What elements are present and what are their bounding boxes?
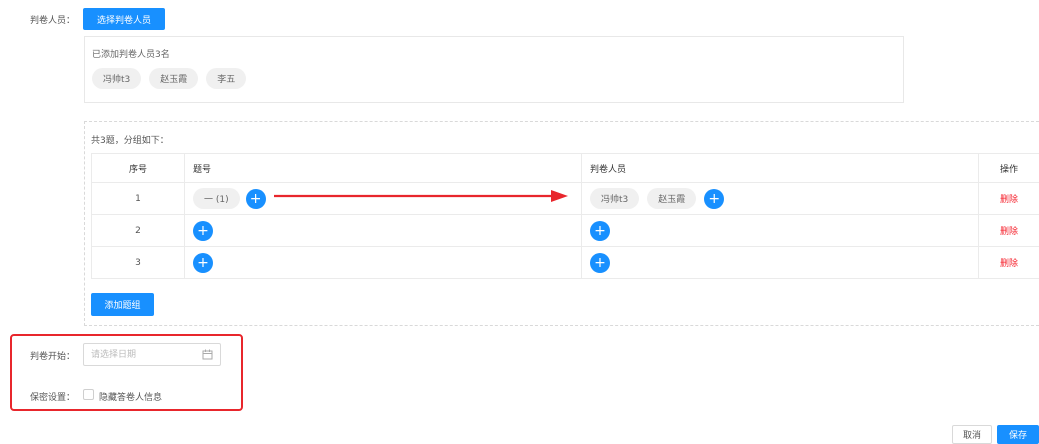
row-questions-cell: + [184,246,582,279]
date-picker-input[interactable] [83,343,221,366]
add-grader-plus-icon[interactable]: + [704,188,725,209]
add-question-plus-icon[interactable]: + [193,220,213,241]
table-row: 2 + + 删除 [91,214,1039,247]
row-graders-cell: + [581,246,979,279]
table-row: 3 + + 删除 [91,246,1039,279]
grader-tag[interactable]: 赵玉霞 [647,188,697,209]
grader-tag[interactable]: 李五 [206,68,247,89]
grader-tag[interactable]: 冯帅t3 [92,68,142,89]
add-question-plus-icon[interactable]: + [193,252,213,273]
row-action-cell: 删除 [978,214,1039,247]
row-index: 2 [91,214,185,247]
column-header-index: 序号 [91,153,185,183]
hide-respondent-checkbox[interactable] [83,389,94,400]
grading-start-label: 判卷开始： [30,352,76,362]
row-index: 3 [91,246,185,279]
row-questions-cell: + [184,214,582,247]
calendar-icon [202,349,213,360]
column-header-graders: 判卷人员 [581,153,979,183]
graders-label: 判卷人员： [30,16,76,26]
table-header-row: 序号 题号 判卷人员 操作 [91,153,1039,183]
column-header-question: 题号 [184,153,582,183]
row-action-cell: 删除 [978,182,1039,215]
select-graders-button[interactable]: 选择判卷人员 [83,8,165,30]
groups-summary: 共3题，分组如下： [91,136,169,146]
save-button[interactable]: 保存 [997,425,1039,444]
add-group-button[interactable]: 添加题组 [91,293,154,316]
column-header-action: 操作 [978,153,1039,183]
add-grader-plus-icon[interactable]: + [590,252,610,273]
grader-tag[interactable]: 赵玉霞 [149,68,199,89]
delete-link[interactable]: 删除 [1000,259,1018,269]
question-tag[interactable]: 一 (1) [193,188,240,209]
confidential-label: 保密设置： [30,393,76,403]
delete-link[interactable]: 删除 [1000,227,1018,237]
row-graders-cell: + [581,214,979,247]
added-graders-panel: 已添加判卷人员3名 冯帅t3 赵玉霞 李五 [84,36,904,103]
cancel-button[interactable]: 取消 [952,425,992,444]
row-index: 1 [91,182,185,215]
added-graders-count: 已添加判卷人员3名 [92,50,170,60]
arrow-annotation [274,190,568,202]
add-grader-plus-icon[interactable]: + [590,220,610,241]
hide-respondent-label: 隐藏答卷人信息 [99,393,163,403]
delete-link[interactable]: 删除 [1000,195,1018,205]
grader-tag-list: 冯帅t3 赵玉霞 李五 [92,68,254,89]
add-question-plus-icon[interactable]: + [245,188,266,209]
row-action-cell: 删除 [978,246,1039,279]
question-groups-table: 序号 题号 判卷人员 操作 1 一 (1) + 冯帅t3 赵玉霞 + 删除 2 … [91,153,1039,279]
row-graders-cell: 冯帅t3 赵玉霞 + [581,182,979,215]
grader-tag[interactable]: 冯帅t3 [590,188,640,209]
